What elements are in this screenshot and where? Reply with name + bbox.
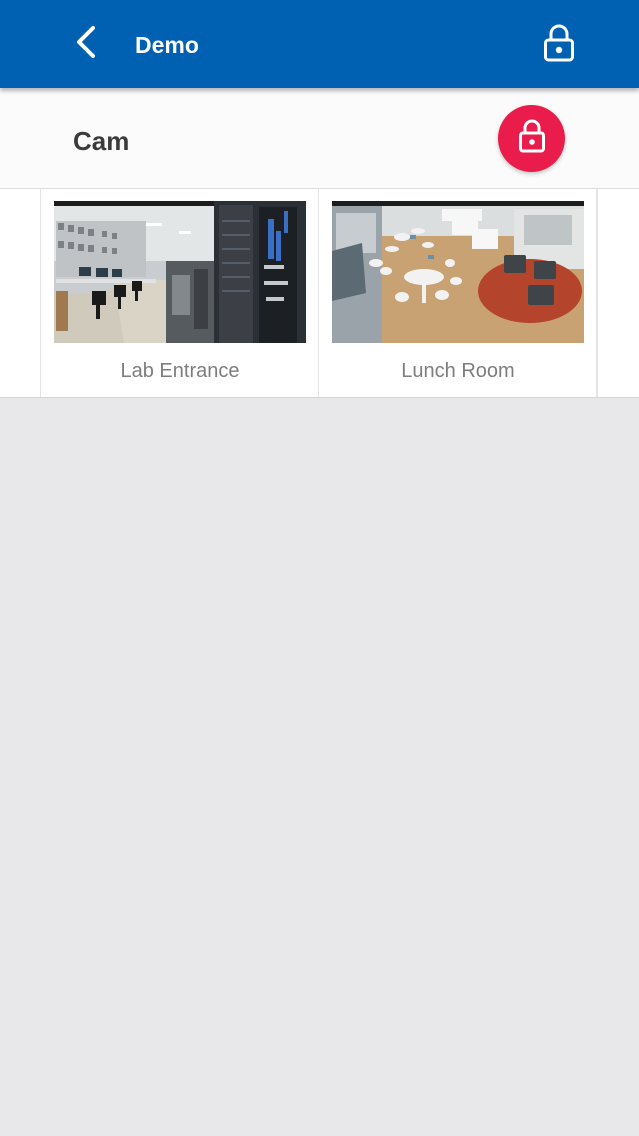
camera-label: Lunch Room <box>401 360 515 382</box>
camera-tile-partial[interactable] <box>0 189 41 397</box>
camera-thumbnail[interactable] <box>332 201 584 343</box>
camera-tile-partial[interactable] <box>597 189 639 397</box>
lock-all-button[interactable] <box>498 105 565 172</box>
section-title: Cam <box>73 126 130 156</box>
camera-tile[interactable]: Lab Entrance <box>41 189 319 397</box>
back-button[interactable] <box>60 16 112 72</box>
camera-label: Lab Entrance <box>120 360 240 382</box>
camera-thumbnail[interactable] <box>54 201 306 343</box>
section-header: Cam <box>0 88 639 189</box>
app-bar: Demo <box>0 0 639 88</box>
chevron-left-icon <box>73 25 99 64</box>
app-title: Demo <box>135 32 199 58</box>
lock-button[interactable] <box>532 18 586 72</box>
lock-icon <box>518 118 546 159</box>
camera-strip[interactable]: Lab Entrance Lunch Room <box>0 189 639 398</box>
lock-icon <box>543 23 575 68</box>
camera-tile[interactable]: Lunch Room <box>319 189 597 397</box>
